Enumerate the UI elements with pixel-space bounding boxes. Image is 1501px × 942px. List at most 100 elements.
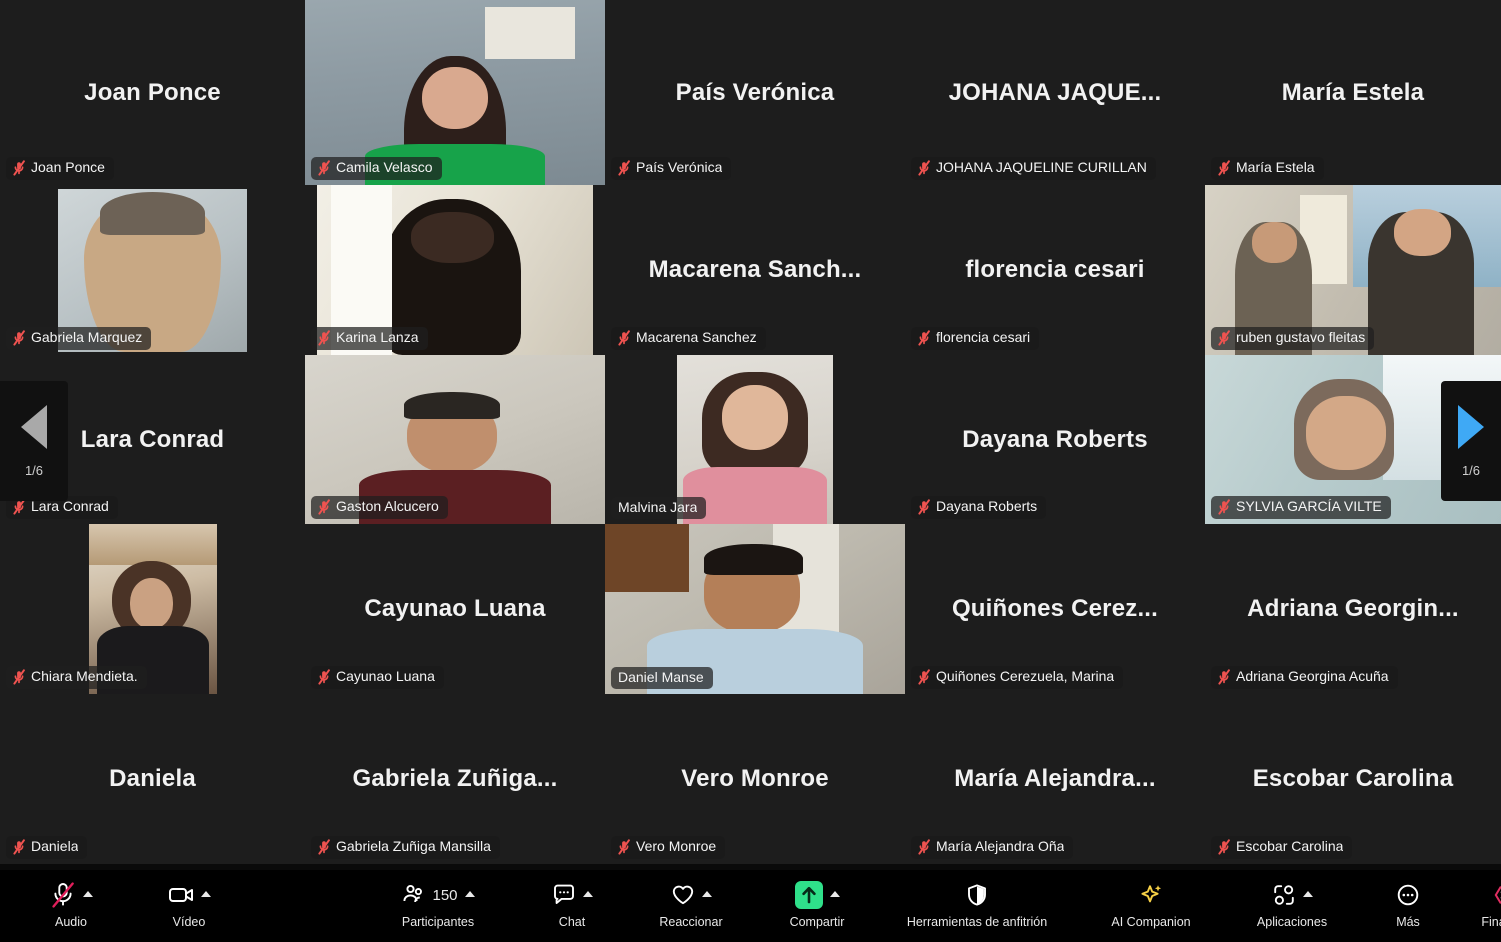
participant-name-label: Gabriela Marquez — [31, 330, 143, 346]
participant-name-badge: SYLVIA GARCÍA VILTE — [1211, 496, 1391, 519]
chevron-up-icon[interactable] — [829, 891, 840, 897]
participant-name-label: Gaston Alcucero — [336, 499, 439, 515]
microphone-muted-icon — [1218, 839, 1230, 855]
toolbar-video-button[interactable]: Vídeo — [130, 870, 248, 942]
participant-tile[interactable]: María Estela María Estela — [1205, 0, 1501, 185]
participant-name-label: País Verónica — [636, 160, 723, 176]
participant-tile[interactable]: País Verónica País Verónica — [605, 0, 905, 185]
microphone-muted-icon — [13, 160, 25, 176]
toolbar-react-button[interactable]: Reaccionar — [626, 870, 756, 942]
chevron-up-icon[interactable] — [200, 891, 211, 897]
participant-name-badge: Daniel Manse — [611, 666, 713, 689]
participant-name-badge: Macarena Sanchez — [611, 327, 766, 350]
microphone-muted-icon — [918, 499, 930, 515]
meeting-toolbar: Audio Vídeo 150 Participantes Chat Reacciona… — [0, 870, 1501, 942]
participant-display-name: María Estela — [1281, 78, 1425, 106]
participant-display-name: Macarena Sanch... — [648, 256, 862, 283]
participant-tile[interactable]: Karina Lanza — [305, 185, 605, 355]
people-icon — [401, 883, 425, 907]
participant-name-badge: Adriana Georgina Acuña — [1211, 666, 1398, 689]
participant-tile[interactable]: Escobar Carolina Escobar Carolina — [1205, 694, 1501, 864]
toolbar-audio-button[interactable]: Audio — [12, 870, 130, 942]
microphone-muted-icon — [1218, 669, 1230, 685]
participant-display-name: Escobar Carolina — [1252, 765, 1454, 792]
heart-icon — [671, 883, 695, 907]
participant-name-label: Camila Velasco — [336, 160, 433, 176]
microphone-muted-icon — [1218, 499, 1230, 515]
participant-display-name: Daniela — [109, 765, 196, 792]
participant-tile[interactable]: Gaston Alcucero — [305, 355, 605, 524]
next-page-button[interactable]: 1/6 — [1441, 381, 1501, 501]
toolbar-apps-label: Aplicaciones — [1256, 915, 1328, 929]
toolbar-participants-button[interactable]: 150 Participantes — [358, 870, 518, 942]
participant-name-badge: Dayana Roberts — [911, 496, 1047, 519]
chevron-up-icon[interactable] — [1302, 891, 1313, 897]
participant-tile[interactable]: Cayunao Luana Cayunao Luana — [305, 524, 605, 694]
shield-icon — [965, 883, 989, 907]
participant-tile[interactable]: Daniela Daniela — [0, 694, 305, 864]
microphone-muted-icon — [318, 160, 330, 176]
participant-name-badge: ruben gustavo fleitas — [1211, 327, 1375, 350]
toolbar-chat-button[interactable]: Chat — [518, 870, 626, 942]
microphone-muted-icon — [50, 882, 76, 908]
toolbar-chat-label: Chat — [558, 915, 586, 929]
toolbar-host_tools-button[interactable]: Herramientas de anfitrión — [878, 870, 1076, 942]
chevron-up-icon[interactable] — [701, 891, 712, 897]
participant-name-label: Karina Lanza — [336, 330, 419, 346]
participant-tile[interactable]: Daniel Manse — [605, 524, 905, 694]
previous-page-button[interactable]: 1/6 — [0, 381, 68, 501]
participant-tile[interactable]: Malvina Jara — [605, 355, 905, 524]
toolbar-end-button[interactable]: Finalizar — [1458, 870, 1501, 942]
gallery-view-grid: Joan Ponce Joan Ponce Camila Velasco País V… — [0, 0, 1501, 870]
participant-name-badge: María Estela — [1211, 157, 1324, 180]
participant-name-badge: JOHANA JAQUELINE CURILLAN — [911, 157, 1156, 180]
participant-tile[interactable]: Gabriela Marquez — [0, 185, 305, 355]
microphone-muted-icon — [918, 839, 930, 855]
participant-name-label: Macarena Sanchez — [636, 330, 757, 346]
participant-tile[interactable]: Adriana Georgin... Adriana Georgina Acuña — [1205, 524, 1501, 694]
participant-tile[interactable]: Chiara Mendieta. — [0, 524, 305, 694]
toolbar-video-label: Vídeo — [172, 915, 206, 929]
participant-name-badge: florencia cesari — [911, 327, 1040, 350]
microphone-muted-icon — [13, 330, 25, 346]
participant-tile[interactable]: florencia cesari florencia cesari — [905, 185, 1205, 355]
microphone-muted-icon — [918, 160, 930, 176]
participant-tile[interactable]: Dayana Roberts Dayana Roberts — [905, 355, 1205, 524]
participant-tile[interactable]: Joan Ponce Joan Ponce — [0, 0, 305, 185]
chevron-up-icon[interactable] — [82, 891, 93, 897]
participant-display-name: Joan Ponce — [84, 78, 221, 106]
participant-tile[interactable]: María Alejandra... María Alejandra Oña — [905, 694, 1205, 864]
participant-tile[interactable]: ruben gustavo fleitas — [1205, 185, 1501, 355]
participant-display-name: JOHANA JAQUE... — [948, 78, 1162, 106]
participants-count: 150 — [432, 886, 458, 904]
participant-display-name: País Verónica — [675, 78, 835, 106]
participant-tile[interactable]: Camila Velasco — [305, 0, 605, 185]
toolbar-share-button[interactable]: Compartir — [756, 870, 878, 942]
participant-display-name: Vero Monroe — [681, 765, 829, 792]
chevron-up-icon[interactable] — [582, 891, 593, 897]
microphone-muted-icon — [1218, 160, 1230, 176]
microphone-muted-icon — [618, 330, 630, 346]
participant-name-badge: Gabriela Marquez — [6, 327, 152, 350]
participant-name-label: Lara Conrad — [31, 499, 109, 515]
microphone-muted-icon — [318, 669, 330, 685]
participant-name-badge: Cayunao Luana — [311, 666, 444, 689]
participant-tile[interactable]: Vero Monroe Vero Monroe — [605, 694, 905, 864]
chevron-up-icon[interactable] — [464, 891, 475, 897]
participant-name-badge: Joan Ponce — [6, 157, 114, 180]
participant-tile[interactable]: Quiñones Cerez... Quiñones Cerezuela, Mar… — [905, 524, 1205, 694]
toolbar-end-label: Finalizar — [1481, 915, 1501, 929]
toolbar-apps-button[interactable]: Aplicaciones — [1226, 870, 1358, 942]
toolbar-ai_companion-button[interactable]: AI Companion — [1076, 870, 1226, 942]
participant-tile[interactable]: Macarena Sanch... Macarena Sanchez — [605, 185, 905, 355]
participant-tile[interactable]: Gabriela Zuñiga... Gabriela Zuñiga Mansil… — [305, 694, 605, 864]
participant-tile[interactable]: JOHANA JAQUE... JOHANA JAQUELINE CURILLAN — [905, 0, 1205, 185]
toolbar-more-button[interactable]: Más — [1358, 870, 1458, 942]
share-up-arrow-icon — [794, 881, 823, 909]
participant-display-name: Gabriela Zuñiga... — [352, 765, 558, 792]
participant-name-label: María Estela — [1236, 160, 1315, 176]
participant-name-badge: Karina Lanza — [311, 327, 428, 350]
microphone-muted-icon — [13, 839, 25, 855]
participant-name-badge: Malvina Jara — [611, 496, 707, 519]
triangle-left-icon — [21, 404, 47, 449]
